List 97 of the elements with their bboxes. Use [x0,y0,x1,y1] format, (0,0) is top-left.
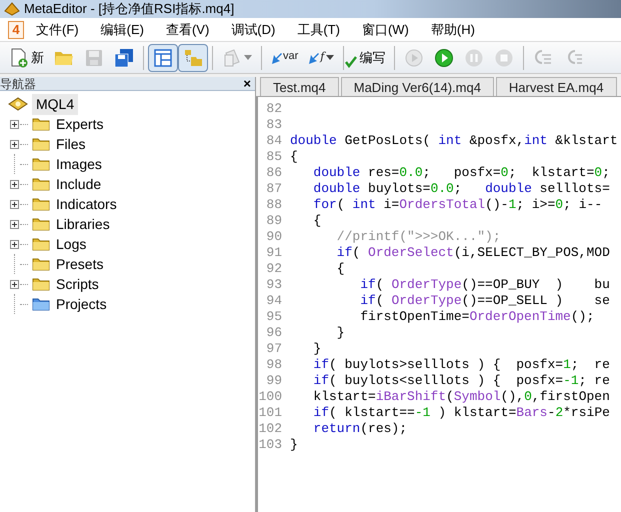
code-line: return(res); [312,420,408,438]
arrow-icon [308,50,320,64]
line-number: 89 [265,212,282,230]
code-line: if( klstart==-1 ) klstart=Bars-2*rsiPe [312,404,610,422]
editor-tab[interactable]: Test.mq4 [260,77,339,96]
tree-item[interactable]: Include [56,174,102,194]
editor-tab[interactable]: Harvest EA.mq4 [496,77,617,96]
expand-icon[interactable] [10,180,18,188]
tree-item[interactable]: Presets [56,254,104,274]
expand-icon[interactable] [10,240,18,248]
code-line: if( OrderType()==OP_SELL ) se [359,292,610,310]
code-line: { [290,148,298,166]
menu-item[interactable]: 窗口(W) [362,20,409,40]
toolbar-button[interactable]: var [266,44,304,72]
toolbar-button[interactable] [148,44,178,72]
panel-title: 导航器 [0,78,36,90]
line-number: 100 [258,388,282,406]
line-number: 101 [258,404,282,422]
dropdown-caret-icon [326,55,334,60]
code-line: if( OrderSelect(i,SELECT_BY_POS,MOD [336,244,610,262]
line-number: 92 [265,260,282,278]
tree-item[interactable]: Projects [56,294,107,314]
menu-item[interactable]: 帮助(H) [430,20,475,40]
toolbar-button[interactable]: f [303,44,340,72]
code-line: } [336,324,345,342]
new-document-icon [9,48,29,68]
code-line: firstOpenTime=OrderOpenTime(); [359,308,594,326]
app-logo-icon [4,2,20,16]
code-line: } [312,340,322,358]
floppy-disks-icon [114,48,134,68]
code-line: double GetPosLots( int &posfx,int &klstart [290,132,618,150]
menu-item[interactable]: 编辑(E) [100,20,144,40]
window-title: MetaEditor - [持仓净值RSI指标.mq4] [24,0,234,18]
documents-icon [222,48,242,68]
menu-item[interactable]: 查看(V) [166,20,210,40]
panel-layout-icon [153,48,173,68]
line-number: 94 [265,292,282,310]
tree-item[interactable]: Files [56,134,86,154]
line-number: 97 [265,340,282,358]
expand-icon[interactable] [10,120,18,128]
tree-item[interactable]: Scripts [56,274,99,294]
menu-item[interactable]: 调试(D) [231,20,276,40]
code-line: double res=0.0; posfx=0; klstart=0; [312,164,610,182]
code-line: if( buylots>selllots ) { posfx=1; re [312,356,610,374]
code-line: if( buylots<selllots ) { posfx=-1; re [312,372,610,390]
tree-item[interactable]: Experts [56,114,104,134]
expand-icon[interactable] [10,200,18,208]
menu-item[interactable]: 工具(T) [297,20,340,40]
tree-item[interactable]: Logs [56,234,86,254]
stop-icon [494,48,514,68]
code-line: //printf(">>>OK..."); [336,228,501,246]
line-number: 83 [265,116,282,134]
line-number: 84 [265,132,282,150]
code-line: if( OrderType()==OP_BUY ) bu [359,276,610,294]
tree-item[interactable]: Indicators [56,194,117,214]
code-line: klstart=iBarShift(Symbol(),0,firstOpen [312,388,610,406]
toolbar-button[interactable] [178,44,208,72]
line-number: 82 [265,100,282,118]
expand-icon[interactable] [10,140,18,148]
line-number: 87 [265,180,282,198]
line-number: 98 [265,356,282,374]
line-number: 90 [265,228,282,246]
code-line: } [290,436,298,454]
pause-icon [464,48,484,68]
play-icon [434,48,454,68]
line-number: 99 [265,372,282,390]
line-number: 103 [258,436,282,454]
menu-item[interactable]: 文件(F) [36,20,79,40]
line-number: 88 [265,196,282,214]
line-number: 86 [265,164,282,182]
line-number: 96 [265,324,282,342]
expand-icon[interactable] [10,280,18,288]
line-number: 85 [265,148,282,166]
code-line: double buylots=0.0; double selllots= [312,180,610,198]
dropdown-caret-icon [244,55,252,60]
toolbar-button[interactable]: 编写 [348,44,390,72]
tree-item[interactable]: Libraries [56,214,110,234]
tree-item[interactable]: MQL4 [32,94,78,114]
close-button[interactable]: × [243,77,251,90]
book-icon [8,96,28,112]
line-number: 95 [265,308,282,326]
code-line: { [312,212,322,230]
restart-icon [404,48,424,68]
checkmark-icon [345,56,358,68]
code-line: for( int i=OrdersTotal()-1; i>=0; i-- [312,196,602,214]
expand-icon[interactable] [10,220,18,228]
code-line: { [336,260,345,278]
line-number: 102 [258,420,282,438]
tree-item[interactable]: Images [56,154,102,174]
app-icon: 4 [8,20,24,38]
line-number: 93 [265,276,282,294]
folders-icon [183,48,203,68]
code-editor[interactable] [256,97,621,512]
editor-tab[interactable]: MaDing Ver6(14).mq4 [340,77,494,96]
arrow-icon [271,50,283,64]
line-number: 91 [265,244,282,262]
toolbar-button[interactable]: 新 [4,44,49,72]
